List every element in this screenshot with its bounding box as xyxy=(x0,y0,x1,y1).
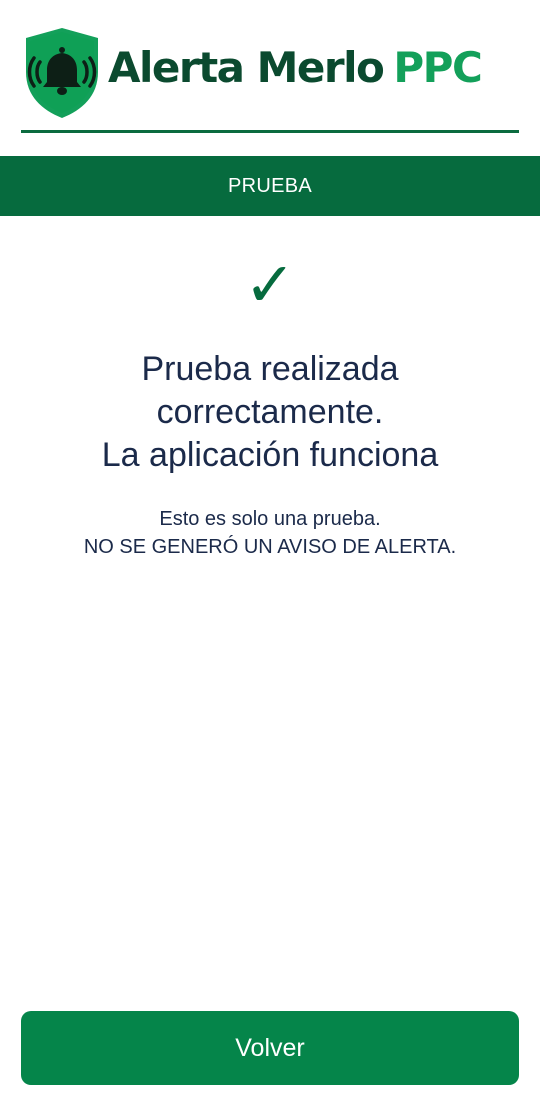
header-divider xyxy=(21,130,519,133)
result-title: Prueba realizada correctamente. La aplic… xyxy=(20,348,520,477)
test-result-screen: Alerta Merlo PPC PRUEBA ✓ Prueba realizad… xyxy=(0,0,540,1103)
bell-shield-icon xyxy=(26,28,98,118)
app-name-suffix: PPC xyxy=(393,43,482,92)
result-title-line: correctamente. xyxy=(156,393,384,431)
app-name: Alerta Merlo xyxy=(108,43,385,92)
app-header: Alerta Merlo PPC xyxy=(0,0,540,133)
checkmark-icon: ✓ xyxy=(244,248,296,321)
app-logo-text: Alerta Merlo PPC xyxy=(108,40,483,96)
result-note-line: NO SE GENERÓ UN AVISO DE ALERTA. xyxy=(83,536,457,558)
result-title-line: Prueba realizada xyxy=(141,350,399,388)
section-banner: PRUEBA xyxy=(0,156,540,216)
result-note-line: Esto es solo una prueba. xyxy=(159,508,381,530)
back-button[interactable]: Volver xyxy=(21,1011,519,1085)
banner-title: PRUEBA xyxy=(227,175,313,197)
result-note: Esto es solo una prueba. NO SE GENERÓ UN… xyxy=(20,505,520,561)
result-title-line: La aplicación funciona xyxy=(101,436,439,474)
